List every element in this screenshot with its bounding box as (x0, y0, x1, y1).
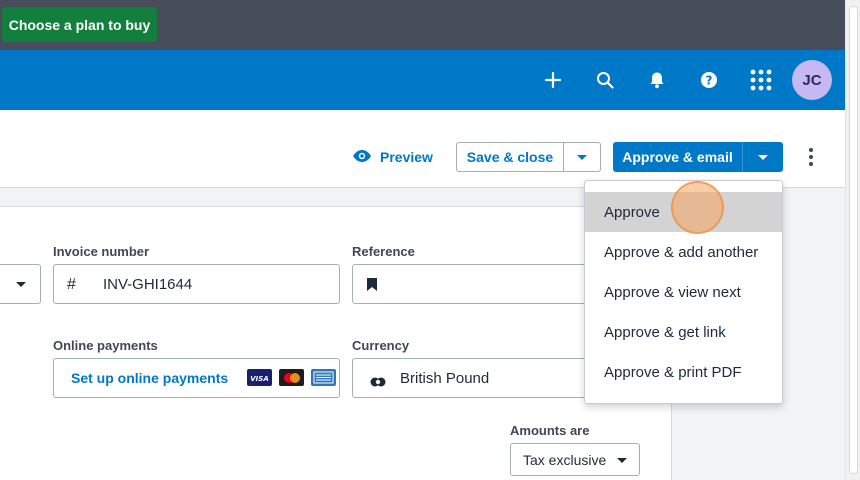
menu-item-approve-print-pdf[interactable]: Approve & print PDF (585, 352, 782, 392)
preview-button[interactable]: Preview (352, 146, 433, 168)
hash-icon: # (67, 276, 76, 293)
apps-grid-icon[interactable] (746, 65, 776, 95)
user-avatar[interactable]: JC (792, 60, 832, 100)
chevron-down-icon (758, 154, 768, 160)
reference-label: Reference (352, 244, 415, 259)
chevron-down-icon (16, 282, 26, 287)
currency-field[interactable]: British Pound (352, 358, 602, 398)
app-header: ? JC (0, 50, 845, 110)
chevron-down-icon (577, 154, 587, 160)
mastercard-icon (279, 369, 304, 386)
more-options-icon[interactable] (800, 146, 822, 168)
currency-label: Currency (352, 338, 410, 353)
preview-label: Preview (380, 149, 433, 165)
amounts-are-select[interactable]: Tax exclusive (510, 443, 640, 476)
eye-icon (352, 149, 372, 166)
bookmark-icon (367, 278, 377, 296)
chevron-down-icon (617, 458, 627, 463)
approve-options-dropdown[interactable] (743, 142, 783, 172)
choose-plan-button[interactable]: Choose a plan to buy (2, 7, 157, 42)
invoice-number-label: Invoice number (53, 244, 150, 259)
invoice-number-value: INV-GHI1644 (103, 276, 193, 293)
visa-icon: VISA (247, 369, 272, 386)
page-scrollbar[interactable] (845, 0, 860, 480)
help-icon[interactable]: ? (694, 65, 724, 95)
invoice-toolbar: Preview Save & close Approve & email (0, 110, 845, 188)
online-payments-label: Online payments (53, 338, 158, 353)
approve-options-menu: Approve Approve & add another Approve & … (584, 180, 783, 404)
menu-item-approve-add-another[interactable]: Approve & add another (585, 232, 782, 272)
amounts-are-label: Amounts are (510, 423, 590, 438)
menu-item-approve-view-next[interactable]: Approve & view next (585, 272, 782, 312)
svg-text:?: ? (706, 73, 713, 87)
plus-icon[interactable] (538, 65, 568, 95)
save-options-dropdown[interactable] (563, 142, 601, 172)
save-close-button[interactable]: Save & close (456, 142, 564, 172)
approve-email-button[interactable]: Approve & email (613, 142, 742, 172)
setup-online-payments-link[interactable]: Set up online payments (71, 370, 228, 386)
contact-select[interactable] (0, 264, 41, 304)
amounts-are-value: Tax exclusive (523, 452, 607, 468)
reference-field[interactable] (352, 264, 602, 304)
currency-flag-icon (370, 374, 386, 392)
svg-text:VISA: VISA (250, 375, 268, 382)
amex-icon (311, 369, 336, 386)
menu-item-approve-get-link[interactable]: Approve & get link (585, 312, 782, 352)
currency-value: British Pound (400, 370, 490, 387)
trial-bar: Choose a plan to buy (0, 0, 845, 50)
menu-item-approve[interactable]: Approve (585, 192, 782, 232)
online-payments-field: Set up online payments VISA (53, 358, 340, 398)
payment-cards: VISA (247, 369, 336, 386)
search-icon[interactable] (590, 65, 620, 95)
invoice-form: Invoice number # INV-GHI1644 Reference O… (0, 206, 672, 480)
invoice-number-field[interactable]: # INV-GHI1644 (53, 264, 340, 304)
scrollbar-thumb[interactable] (849, 6, 858, 474)
bell-icon[interactable] (642, 65, 672, 95)
